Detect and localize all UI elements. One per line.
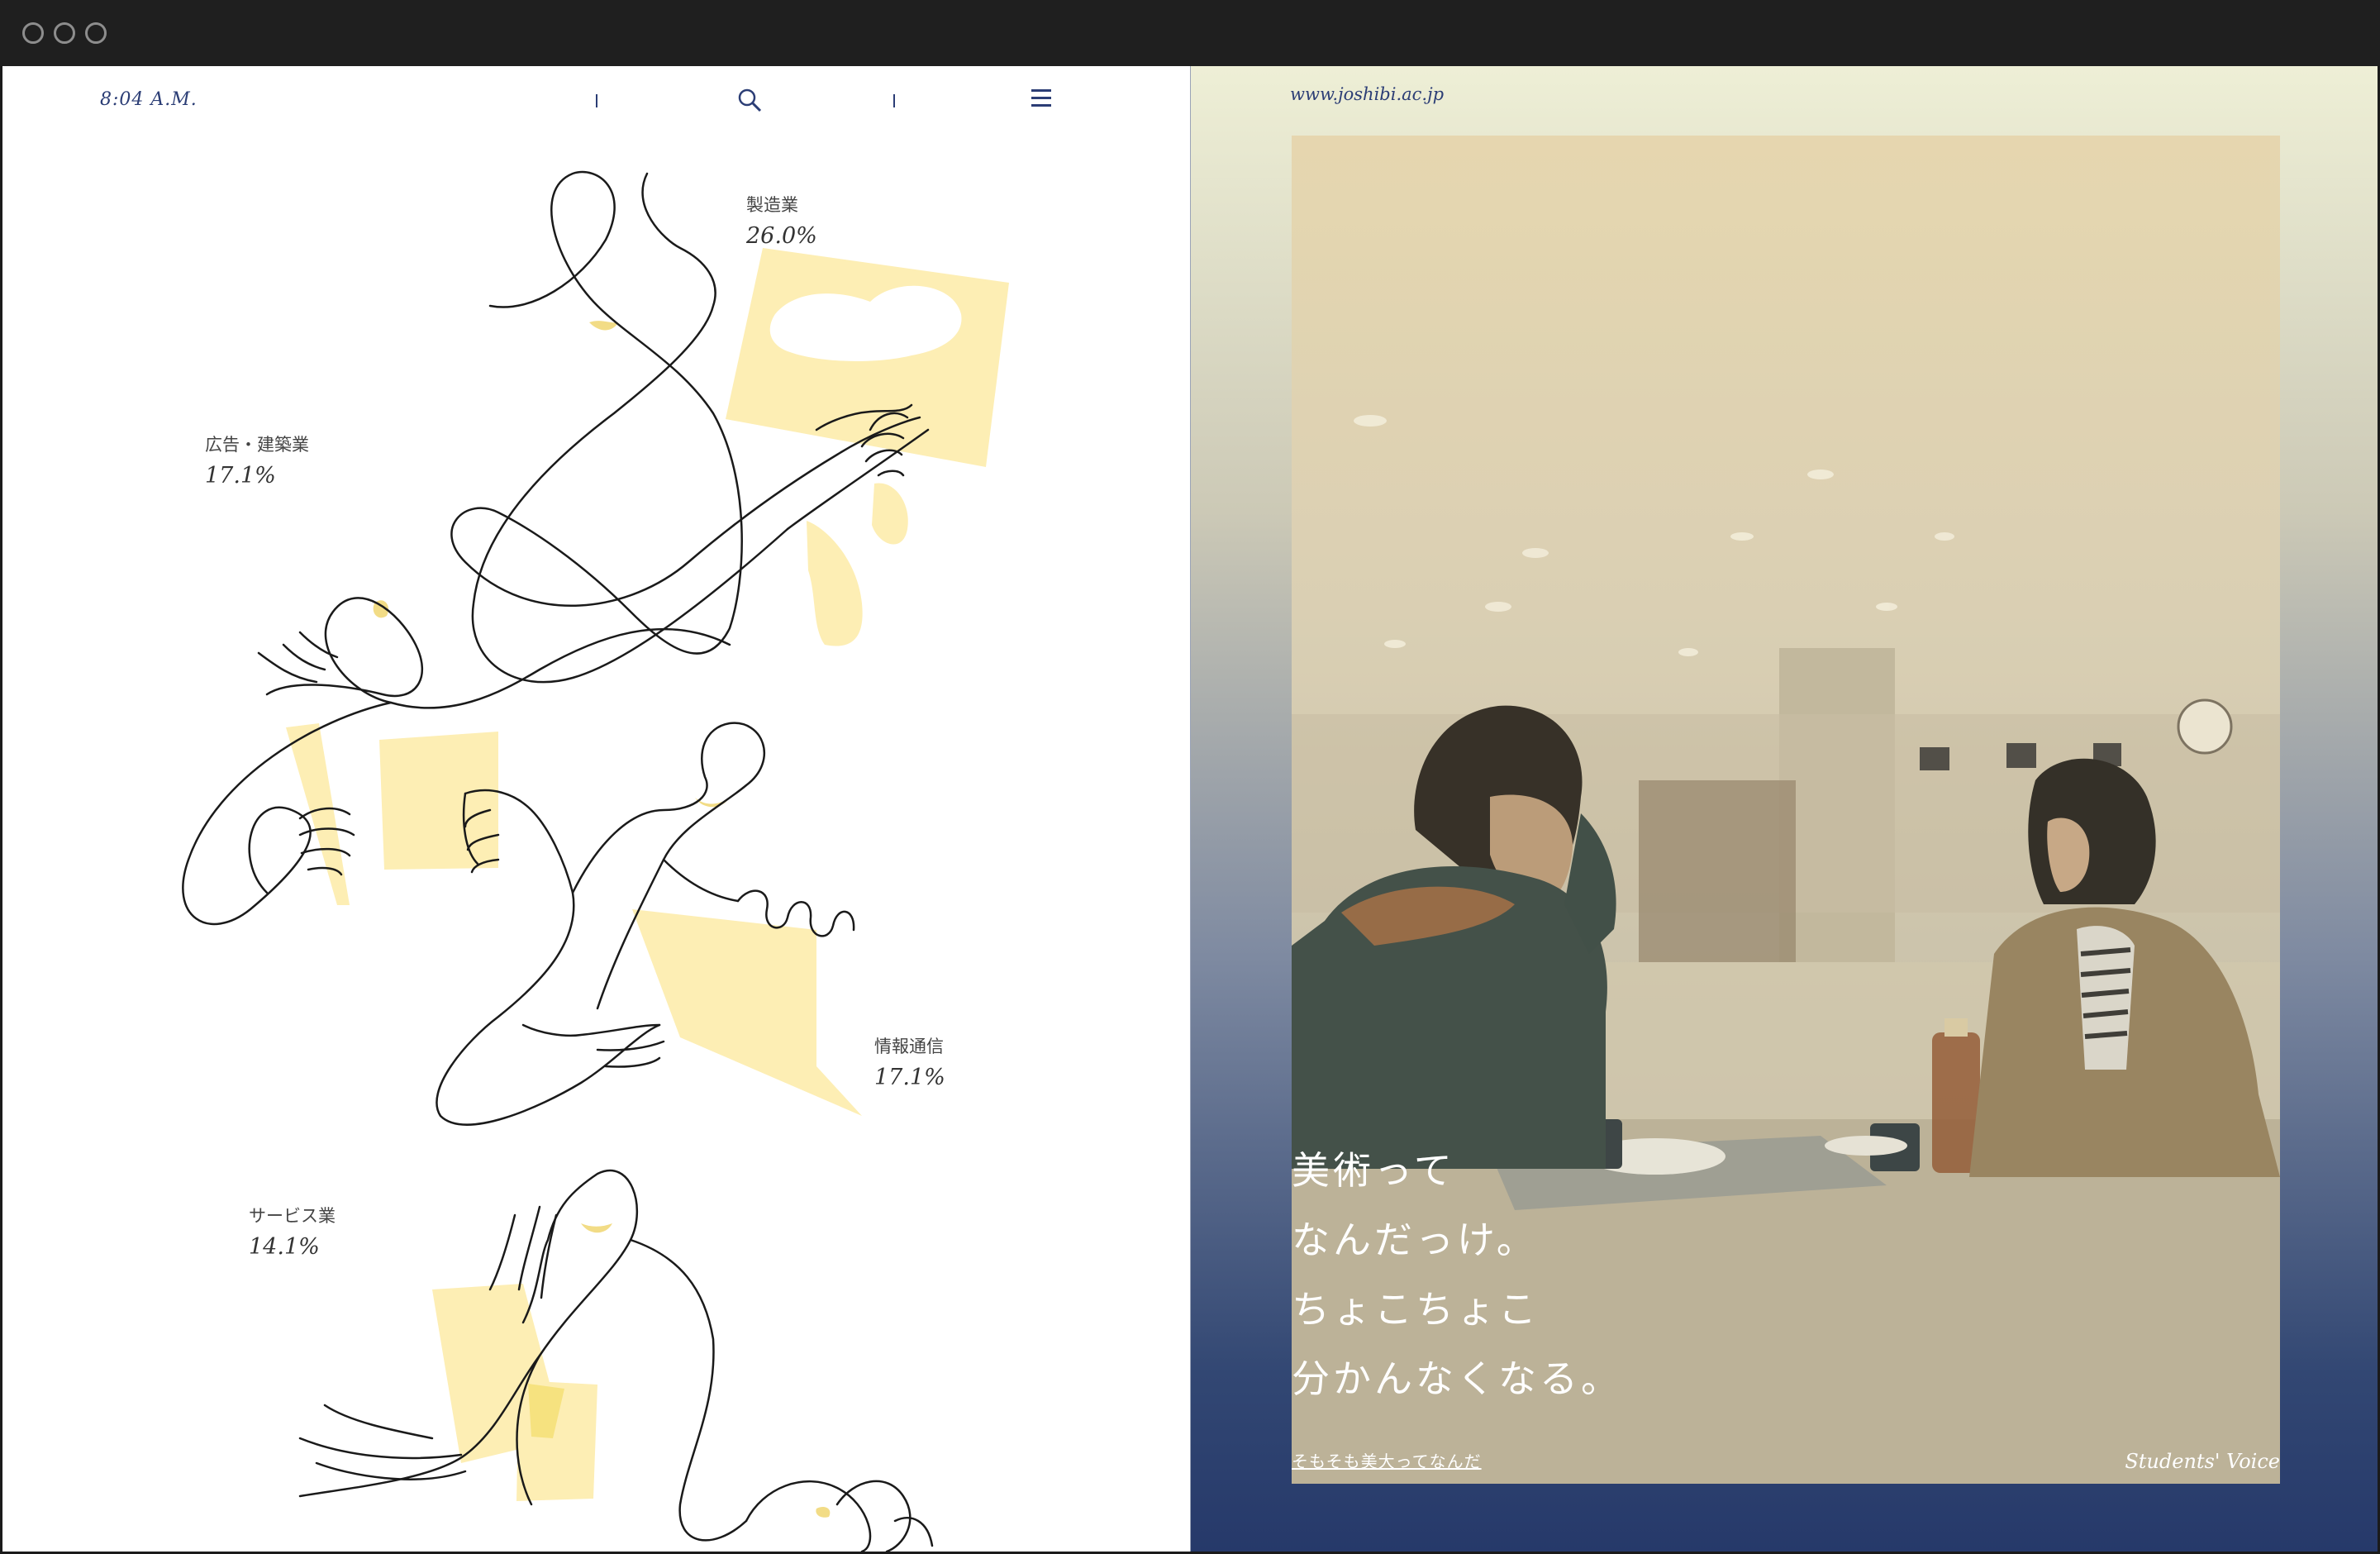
headline-line: ちょこちょこ: [1292, 1287, 1540, 1332]
browser-window: 8:04 A.M. 製造業 26.0% 広告・建築業 17.1% 情報通信 17…: [0, 0, 2380, 1554]
site-url[interactable]: www.joshibi.ac.jp: [1290, 84, 1444, 104]
left-panel: 8:04 A.M. 製造業 26.0% 広告・建築業 17.1% 情報通信 17…: [2, 66, 1190, 1552]
about-art-university-link[interactable]: そもそも美大ってなんだ: [1292, 1448, 1482, 1472]
headline: 美術って なんだっけ。 ちょこちょこ 分かんなくなる。: [1292, 1136, 1622, 1413]
headline-line: 美術って: [1292, 1148, 1455, 1193]
stat-value: 17.1%: [205, 463, 276, 489]
headline-line: なんだっけ。: [1292, 1218, 1538, 1262]
hero-photo[interactable]: 美術って なんだっけ。 ちょこちょこ 分かんなくなる。 そもそも美大ってなんだ …: [1292, 136, 2280, 1484]
students-voice-label: Students' Voice: [2125, 1450, 2280, 1473]
right-panel: www.joshibi.ac.jp 美術って なんだっけ。 ちょこちょこ 分かん…: [1191, 66, 2378, 1552]
stat-value: 17.1%: [874, 1065, 945, 1090]
stat-it-communication: 情報通信 17.1%: [874, 1033, 945, 1090]
stat-manufacturing: 製造業 26.0%: [746, 192, 817, 249]
line-illustration: [182, 170, 1009, 1552]
stat-label: 製造業: [746, 195, 798, 215]
minimize-window-button[interactable]: [54, 22, 75, 44]
title-bar: [0, 0, 2380, 66]
headline-line: 分かんなくなる。: [1292, 1356, 1622, 1401]
stat-service: サービス業 14.1%: [249, 1203, 336, 1260]
stat-label: 情報通信: [874, 1037, 944, 1056]
stat-advertising: 広告・建築業 17.1%: [205, 431, 309, 489]
page-content: 8:04 A.M. 製造業 26.0% 広告・建築業 17.1% 情報通信 17…: [2, 66, 2378, 1552]
maximize-window-button[interactable]: [85, 22, 107, 44]
stat-label: サービス業: [249, 1206, 336, 1226]
stat-value: 14.1%: [249, 1234, 320, 1260]
stat-value: 26.0%: [746, 223, 817, 249]
close-window-button[interactable]: [22, 22, 44, 44]
stat-label: 広告・建築業: [205, 435, 309, 455]
